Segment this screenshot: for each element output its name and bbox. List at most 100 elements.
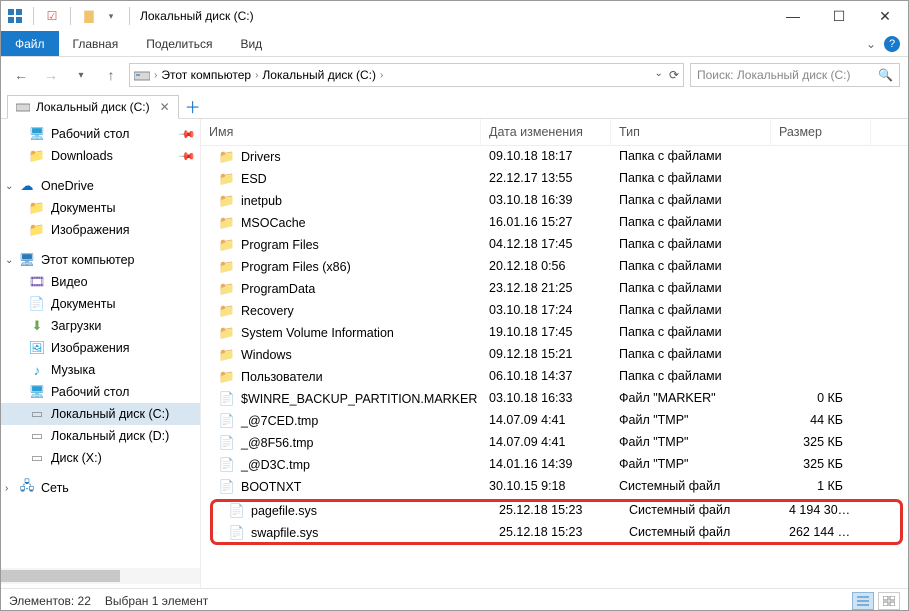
forward-button[interactable]: → — [39, 63, 63, 87]
sidebar-onedrive[interactable]: ⌄☁OneDrive — [1, 175, 200, 197]
sidebar-item[interactable]: 🖥Рабочий стол📌 — [1, 123, 200, 145]
expand-icon[interactable]: ⌄ — [5, 255, 13, 266]
maximize-button[interactable]: ☐ — [816, 1, 862, 31]
up-button[interactable]: ↑ — [99, 63, 123, 87]
file-size — [771, 256, 871, 278]
address-bar[interactable]: › Этот компьютер › Локальный диск (C:) ›… — [129, 63, 684, 87]
file-row[interactable]: MSOCache 16.01.16 15:27 Папка с файлами — [201, 212, 908, 234]
sidebar-item[interactable]: ♪Музыка — [1, 359, 200, 381]
file-date: 14.01.16 14:39 — [481, 454, 611, 476]
file-row[interactable]: _@D3C.tmp 14.01.16 14:39 Файл "TMP" 325 … — [201, 454, 908, 476]
file-date: 23.12.18 21:25 — [481, 278, 611, 300]
file-row[interactable]: pagefile.sys 25.12.18 15:23 Системный фа… — [211, 500, 902, 522]
nav-scrollbar[interactable] — [1, 568, 200, 584]
file-row[interactable]: ESD 22.12.17 13:55 Папка с файлами — [201, 168, 908, 190]
file-row[interactable]: Drivers 09.10.18 18:17 Папка с файлами — [201, 146, 908, 168]
minimize-button[interactable]: ― — [770, 1, 816, 31]
address-dropdown-icon[interactable]: ⌄ — [655, 68, 663, 82]
file-name: _@8F56.tmp — [241, 436, 313, 450]
sidebar-network[interactable]: ›🖧Сеть — [1, 477, 200, 499]
titlebar[interactable]: ☑ ▇ ▾ Локальный диск (C:) ― ☐ ✕ — [1, 1, 908, 31]
file-list[interactable]: Имя Дата изменения Тип Размер Drivers 09… — [201, 119, 908, 588]
expand-icon[interactable]: › — [5, 483, 8, 494]
file-row[interactable]: _@7CED.tmp 14.07.09 4:41 Файл "TMP" 44 К… — [201, 410, 908, 432]
col-type[interactable]: Тип — [611, 119, 771, 145]
navigation-pane[interactable]: 🖥Рабочий стол📌📁Downloads📌⌄☁OneDrive📁Доку… — [1, 119, 201, 588]
qat-dropdown-icon[interactable]: ▾ — [103, 8, 119, 24]
folder-icon — [219, 303, 235, 319]
chevron-right-icon[interactable]: › — [154, 70, 157, 81]
sidebar-item-label: Downloads — [51, 149, 113, 163]
sidebar-item[interactable]: 🖼Изображения — [1, 337, 200, 359]
file-row[interactable]: $WINRE_BACKUP_PARTITION.MARKER 03.10.18 … — [201, 388, 908, 410]
file-name: _@D3C.tmp — [241, 458, 310, 472]
file-size: 44 КБ — [771, 410, 871, 432]
sidebar-item[interactable]: 🖥Рабочий стол — [1, 381, 200, 403]
chevron-right-icon[interactable]: › — [380, 70, 383, 81]
sidebar-this-pc[interactable]: ⌄🖥Этот компьютер — [1, 249, 200, 271]
tab-view[interactable]: Вид — [226, 31, 276, 56]
col-date[interactable]: Дата изменения — [481, 119, 611, 145]
col-name[interactable]: Имя — [201, 119, 481, 145]
view-details-button[interactable] — [852, 592, 874, 610]
file-date: 03.10.18 17:24 — [481, 300, 611, 322]
sidebar-item[interactable]: ▭Диск (X:) — [1, 447, 200, 469]
file-size: 0 КБ — [771, 388, 871, 410]
file-size — [771, 300, 871, 322]
new-tab-button[interactable]: ＋ — [183, 94, 203, 118]
refresh-icon[interactable]: ⟳ — [669, 68, 679, 82]
recent-dropdown-icon[interactable]: ▾ — [69, 63, 93, 87]
sidebar-item[interactable]: ▭Локальный диск (D:) — [1, 425, 200, 447]
folder-icon — [219, 171, 235, 187]
view-large-button[interactable] — [878, 592, 900, 610]
sidebar-item[interactable]: 📁Документы — [1, 197, 200, 219]
col-size[interactable]: Размер — [771, 119, 871, 145]
sidebar-item[interactable]: ⬇Загрузки — [1, 315, 200, 337]
folder-icon — [219, 281, 235, 297]
sidebar-item[interactable]: 📁Изображения — [1, 219, 200, 241]
sidebar-item[interactable]: 📁Downloads📌 — [1, 145, 200, 167]
file-row[interactable]: _@8F56.tmp 14.07.09 4:41 Файл "TMP" 325 … — [201, 432, 908, 454]
file-type: Файл "TMP" — [611, 410, 771, 432]
tab-file[interactable]: Файл — [1, 31, 59, 56]
file-type: Папка с файлами — [611, 168, 771, 190]
tab-home[interactable]: Главная — [59, 31, 133, 56]
file-row[interactable]: Program Files 04.12.18 17:45 Папка с фай… — [201, 234, 908, 256]
file-row[interactable]: ProgramData 23.12.18 21:25 Папка с файла… — [201, 278, 908, 300]
chevron-right-icon[interactable]: › — [255, 70, 258, 81]
breadcrumb-root[interactable]: Этот компьютер — [161, 68, 251, 82]
drive-icon: ▭ — [29, 428, 45, 444]
sidebar-item[interactable]: 🎞Видео — [1, 271, 200, 293]
file-row[interactable]: Recovery 03.10.18 17:24 Папка с файлами — [201, 300, 908, 322]
file-size — [771, 146, 871, 168]
file-date: 25.12.18 15:23 — [491, 522, 621, 544]
file-row[interactable]: Windows 09.12.18 15:21 Папка с файлами — [201, 344, 908, 366]
search-input[interactable]: Поиск: Локальный диск (C:) 🔍 — [690, 63, 900, 87]
highlighted-files: pagefile.sys 25.12.18 15:23 Системный фа… — [211, 500, 902, 544]
breadcrumb-current[interactable]: Локальный диск (C:) — [262, 68, 376, 82]
tab-close-icon[interactable]: ✕ — [156, 100, 170, 114]
file-row[interactable]: Пользователи 06.10.18 14:37 Папка с файл… — [201, 366, 908, 388]
back-button[interactable]: ← — [9, 63, 33, 87]
folder-icon: 📁 — [29, 148, 45, 164]
ribbon-expand-icon[interactable]: ⌄ — [866, 37, 876, 51]
sidebar-item-label: OneDrive — [41, 179, 94, 193]
document-tab[interactable]: Локальный диск (C:) ✕ — [7, 95, 179, 119]
column-headers[interactable]: Имя Дата изменения Тип Размер — [201, 119, 908, 146]
search-icon[interactable]: 🔍 — [878, 68, 893, 82]
file-row[interactable]: swapfile.sys 25.12.18 15:23 Системный фа… — [211, 522, 902, 544]
properties-icon[interactable]: ☑ — [44, 8, 60, 24]
file-type: Файл "MARKER" — [611, 388, 771, 410]
help-icon[interactable]: ? — [884, 36, 900, 52]
file-row[interactable]: Program Files (x86) 20.12.18 0:56 Папка … — [201, 256, 908, 278]
expand-icon[interactable]: ⌄ — [5, 181, 13, 192]
tab-share[interactable]: Поделиться — [132, 31, 226, 56]
file-row[interactable]: System Volume Information 19.10.18 17:45… — [201, 322, 908, 344]
file-row[interactable]: BOOTNXT 30.10.15 9:18 Системный файл 1 К… — [201, 476, 908, 498]
sidebar-item-label: Рабочий стол — [51, 127, 129, 141]
file-row[interactable]: inetpub 03.10.18 16:39 Папка с файлами — [201, 190, 908, 212]
sidebar-item[interactable]: 📄Документы — [1, 293, 200, 315]
close-button[interactable]: ✕ — [862, 1, 908, 31]
sidebar-item[interactable]: ▭Локальный диск (C:) — [1, 403, 200, 425]
folder-icon[interactable]: ▇ — [81, 8, 97, 24]
